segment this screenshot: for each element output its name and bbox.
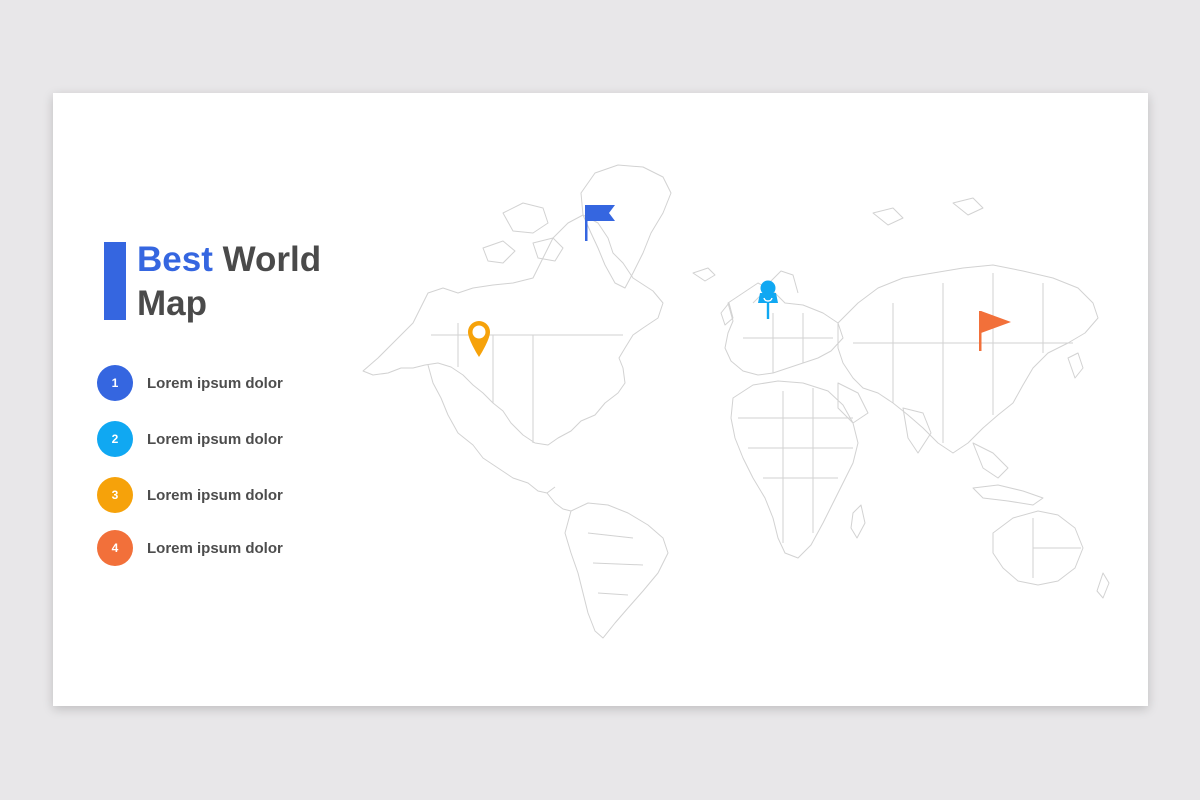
- continent-africa: [730, 380, 859, 559]
- title-accent-bar: [104, 242, 126, 320]
- legend-item-2: 2 Lorem ipsum dolor: [97, 421, 283, 457]
- title-accent-word: Best: [137, 240, 213, 279]
- continent-south-america: [564, 502, 669, 639]
- continent-asia: [837, 264, 1099, 454]
- legend-number-badge: 1: [97, 365, 133, 401]
- legend-label: Lorem ipsum dolor: [147, 486, 283, 504]
- legend-number-badge: 2: [97, 421, 133, 457]
- world-map: [362, 164, 1110, 639]
- push-pin-icon[interactable]: [755, 279, 781, 321]
- legend-number-badge: 4: [97, 530, 133, 566]
- continent-europe: [724, 282, 844, 376]
- location-pin-icon[interactable]: [466, 319, 492, 359]
- legend-label: Lorem ipsum dolor: [147, 374, 283, 392]
- legend-item-1: 1 Lorem ipsum dolor: [97, 365, 283, 401]
- title-word-world: World: [222, 240, 322, 279]
- legend-item-4: 4 Lorem ipsum dolor: [97, 530, 283, 566]
- legend-label: Lorem ipsum dolor: [147, 539, 283, 557]
- legend-number-badge: 3: [97, 477, 133, 513]
- title-word-map: Map: [137, 284, 207, 323]
- flag-icon[interactable]: [583, 203, 617, 243]
- slide: Best World Map 1 Lorem ipsum dolor 2 Lor…: [53, 93, 1148, 706]
- flag-icon[interactable]: [977, 309, 1013, 353]
- legend-item-3: 3 Lorem ipsum dolor: [97, 477, 283, 513]
- legend-label: Lorem ipsum dolor: [147, 430, 283, 448]
